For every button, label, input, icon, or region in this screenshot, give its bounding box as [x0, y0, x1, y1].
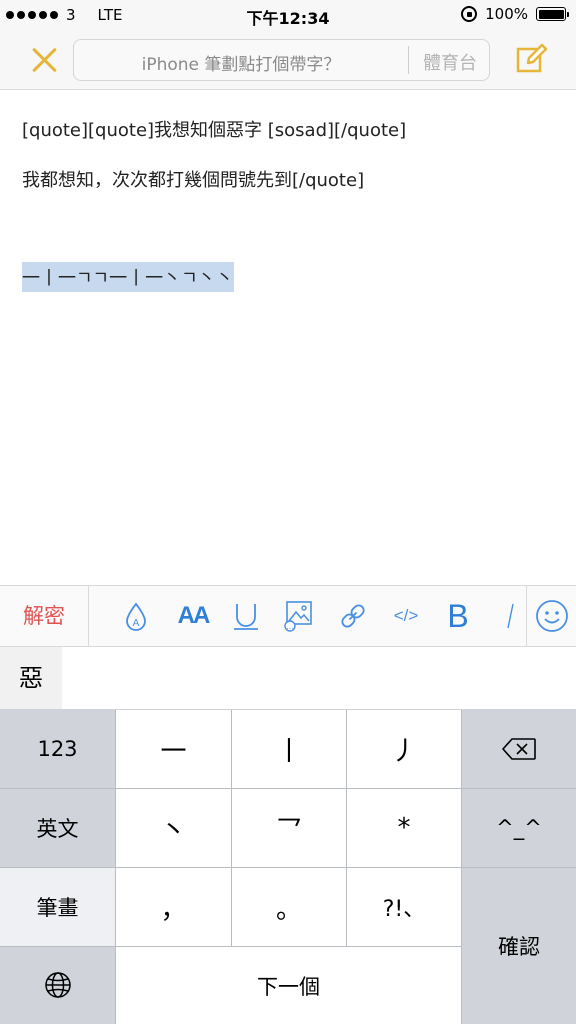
bold-label: B	[447, 597, 469, 634]
category-selector[interactable]: 體育台	[409, 49, 491, 75]
key-divider	[231, 710, 232, 946]
key-label: *	[397, 813, 411, 843]
font-size-label: AA	[177, 602, 211, 629]
italic-icon[interactable]	[500, 586, 520, 646]
key-label: 。	[275, 894, 302, 925]
key-label: 丿	[390, 736, 417, 767]
status-right: 100%	[461, 5, 569, 23]
numeric-key-label: 123	[37, 737, 78, 761]
link-icon[interactable]	[336, 586, 370, 646]
key-label: 丶	[160, 815, 187, 846]
code-icon[interactable]: </>	[386, 586, 426, 646]
font-size-icon[interactable]: AA	[170, 586, 216, 646]
emoticon-label: ^_^	[496, 816, 542, 840]
emoticon-key[interactable]: ^_^	[462, 789, 576, 867]
stroke-mode-label: 筆畫	[36, 895, 79, 920]
stroke-mode-key[interactable]: 筆畫	[0, 867, 115, 946]
stroke-key-horizontal[interactable]: 一	[116, 710, 231, 788]
confirm-key[interactable]: 確認	[462, 868, 576, 1024]
globe-key[interactable]	[0, 946, 115, 1024]
post-title[interactable]: iPhone 筆劃點打個帶字？	[74, 50, 408, 75]
svg-text:A: A	[133, 618, 140, 629]
editor-content[interactable]: [quote][quote]我想知個惡字 [sosad][/quote] 我都想…	[0, 90, 576, 585]
title-field[interactable]: iPhone 筆劃點打個帶字？ 體育台	[73, 39, 490, 81]
key-divider	[0, 788, 576, 789]
key-divider	[0, 946, 462, 947]
period-key[interactable]: 。	[232, 868, 346, 946]
emoji-icon[interactable]	[526, 586, 576, 646]
rotation-lock-icon	[461, 6, 478, 22]
ink-drop-icon[interactable]: A	[118, 586, 154, 646]
underline-icon[interactable]	[229, 586, 263, 646]
content-line[interactable]: [quote][quote]我想知個惡字 [sosad][/quote]	[22, 116, 406, 142]
key-label: 乛	[275, 815, 302, 846]
english-key[interactable]: 英文	[0, 788, 115, 867]
confirm-label: 確認	[498, 935, 540, 959]
svg-text:…: …	[286, 622, 294, 631]
english-key-label: 英文	[36, 816, 79, 841]
stroke-key-vertical[interactable]: 丨	[232, 710, 346, 788]
stroke-key-left-falling[interactable]: 丿	[347, 710, 461, 788]
close-icon[interactable]	[28, 43, 62, 77]
numeric-key[interactable]: 123	[0, 710, 115, 788]
key-divider	[0, 867, 576, 868]
battery-icon	[536, 7, 569, 21]
status-bar: 3 LTE 下午12:34 100%	[0, 0, 576, 30]
decrypt-button[interactable]: 解密	[0, 586, 89, 646]
battery-percentage: 100%	[485, 5, 528, 23]
backspace-icon	[502, 738, 536, 760]
backspace-key[interactable]	[462, 710, 576, 788]
wildcard-key[interactable]: *	[347, 789, 461, 867]
compose-icon[interactable]	[515, 42, 549, 76]
punctuation-key[interactable]: ?!、	[347, 868, 461, 946]
comma-key[interactable]: ，	[116, 868, 231, 946]
key-label: ?!、	[382, 897, 426, 922]
navigation-bar: iPhone 筆劃點打個帶字？ 體育台	[0, 30, 576, 90]
candidate-char[interactable]: 惡	[0, 647, 62, 709]
next-candidate-label: 下一個	[257, 974, 320, 999]
bold-icon[interactable]: B	[442, 586, 474, 646]
format-toolbar: 解密 A AA … </> B	[0, 585, 576, 647]
stroke-keyboard: 123 英文 筆畫 一 丨 丿 丶 乛 * ， 。 ?!、 下一個 ^_^ 確認	[0, 710, 576, 1024]
next-candidate-key[interactable]: 下一個	[116, 947, 461, 1024]
image-icon[interactable]: …	[281, 586, 315, 646]
key-label: 丨	[275, 736, 302, 767]
stroke-key-turning[interactable]: 乛	[232, 789, 346, 867]
key-label: 一	[160, 736, 187, 767]
selected-text[interactable]: 一丨一ㄱㄱ一丨一丶ㄱ丶丶	[22, 262, 234, 292]
key-label: ，	[160, 894, 187, 925]
code-label: </>	[393, 606, 419, 625]
stroke-key-dot[interactable]: 丶	[116, 789, 231, 867]
candidate-bar: 惡	[0, 647, 576, 710]
globe-icon	[44, 972, 71, 998]
content-line[interactable]: 我都想知，次次都打幾個問號先到[/quote]	[22, 166, 364, 192]
key-divider	[346, 710, 347, 946]
